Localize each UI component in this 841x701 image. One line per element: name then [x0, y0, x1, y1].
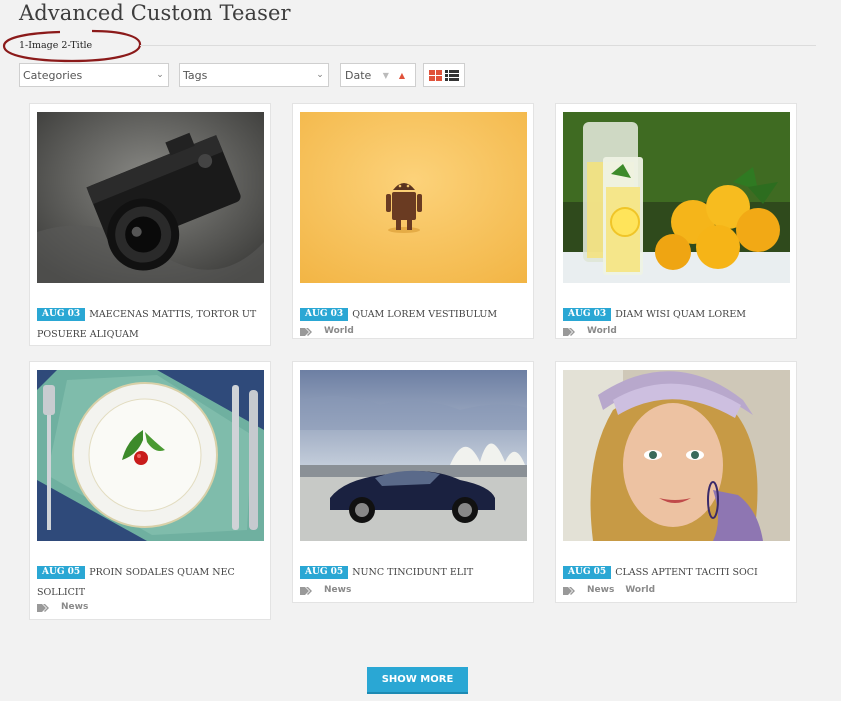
car-image[interactable] [300, 370, 527, 541]
date-badge: AUG 03 [300, 308, 349, 321]
tag-link[interactable]: World [324, 326, 354, 336]
tag-link[interactable]: World [625, 585, 655, 595]
card-meta: AUG 03 DIAM WISI QUAM LOREM [563, 303, 793, 323]
tag-link[interactable]: News [587, 585, 614, 595]
chevron-down-icon: ⌄ [156, 70, 164, 80]
card-title[interactable]: DIAM WISI QUAM LOREM [615, 309, 746, 320]
tag-link[interactable]: News [324, 585, 351, 595]
tag-link[interactable]: World [587, 326, 617, 336]
tags-row: News World [563, 585, 655, 595]
tags-row: World [563, 326, 617, 336]
tags-icon [563, 327, 575, 336]
portrait-image[interactable] [563, 370, 790, 541]
tags-row: World [300, 326, 354, 336]
card-title[interactable]: QUAM LOREM VESTIBULUM [352, 309, 497, 320]
show-more-button[interactable]: SHOW MORE [367, 667, 468, 694]
tags-icon [300, 327, 312, 336]
date-badge: AUG 03 [37, 308, 86, 321]
tags-icon [37, 603, 49, 612]
view-toggle [423, 63, 465, 87]
chevron-down-icon: ⌄ [316, 70, 324, 80]
date-badge: AUG 03 [563, 308, 612, 321]
card-meta: AUG 05 PROIN SODALES QUAM NEC SOLLICIT [37, 561, 267, 601]
sort-asc-icon[interactable]: ▲ [399, 71, 405, 80]
subtitle: 1-Image 2-Title [19, 40, 93, 51]
teaser-card[interactable]: AUG 05 CLASS APTENT TACITI SOCI News Worl… [555, 361, 797, 603]
categories-label: Categories [23, 68, 83, 82]
card-meta: AUG 05 NUNC TINCIDUNT ELIT [300, 561, 530, 581]
date-badge: AUG 05 [300, 566, 349, 579]
subtitle-block: 1-Image 2-Title [0, 28, 145, 64]
date-sort[interactable]: Date ▼ ▲ [340, 63, 416, 87]
grid-view-icon[interactable] [429, 69, 442, 81]
teaser-card[interactable]: AUG 05 NUNC TINCIDUNT ELIT News [292, 361, 534, 603]
teaser-card[interactable]: AUG 03 MAECENAS MATTIS, TORTOR UT POSUERE… [29, 103, 271, 346]
sort-desc-icon[interactable]: ▼ [383, 71, 389, 80]
title-divider [140, 45, 816, 46]
tags-icon [563, 586, 575, 595]
list-view-icon[interactable] [445, 69, 459, 81]
tags-row: News [37, 602, 88, 612]
teaser-card[interactable]: AUG 03 QUAM LOREM VESTIBULUM World [292, 103, 534, 339]
android-figure-image[interactable] [300, 112, 527, 283]
tags-row: News [300, 585, 351, 595]
tag-link[interactable]: News [61, 602, 88, 612]
card-title[interactable]: CLASS APTENT TACITI SOCI [615, 567, 758, 578]
tags-icon [300, 586, 312, 595]
card-title[interactable]: NUNC TINCIDUNT ELIT [352, 567, 473, 578]
date-badge: AUG 05 [563, 566, 612, 579]
card-meta: AUG 03 MAECENAS MATTIS, TORTOR UT POSUERE… [37, 303, 267, 343]
lemonade-image[interactable] [563, 112, 790, 283]
card-meta: AUG 05 CLASS APTENT TACITI SOCI [563, 561, 793, 581]
tags-label: Tags [183, 68, 208, 82]
page-title: Advanced Custom Teaser [19, 1, 291, 25]
camera-image[interactable] [37, 112, 264, 283]
card-meta: AUG 03 QUAM LOREM VESTIBULUM [300, 303, 530, 323]
categories-dropdown[interactable]: Categories ⌄ [19, 63, 169, 87]
date-label: Date [345, 68, 372, 82]
teaser-card[interactable]: AUG 05 PROIN SODALES QUAM NEC SOLLICIT Ne… [29, 361, 271, 620]
date-badge: AUG 05 [37, 566, 86, 579]
tags-dropdown[interactable]: Tags ⌄ [179, 63, 329, 87]
teaser-card[interactable]: AUG 03 DIAM WISI QUAM LOREM World [555, 103, 797, 339]
plate-image[interactable] [37, 370, 264, 541]
